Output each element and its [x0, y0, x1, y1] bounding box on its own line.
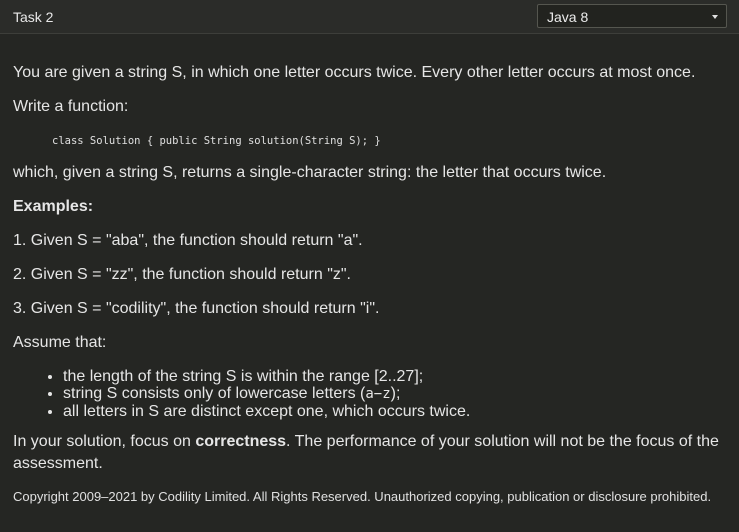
copyright-footer: Copyright 2009–2021 by Codility Limited.… — [13, 489, 712, 504]
example-3: 3. Given S = "codility", the function sh… — [13, 300, 380, 317]
language-select-value: Java 8 — [547, 9, 589, 25]
assume-heading: Assume that: — [13, 334, 107, 351]
task-description: You are given a string S, in which one l… — [13, 62, 725, 505]
task-title: Task 2 — [13, 9, 54, 25]
assumption-item: all letters in S are distinct except one… — [63, 403, 725, 420]
assumption-text: all letters in S are distinct except one… — [63, 403, 471, 420]
intro-text: You are given a string S, in which one l… — [13, 64, 696, 81]
assumption-item: the length of the string S is within the… — [63, 368, 725, 385]
task-header: Task 2 Java 8 — [0, 0, 739, 34]
focus-text: In your solution, focus on correctness. … — [13, 431, 725, 475]
focus-prefix: In your solution, focus on — [13, 433, 196, 450]
assumption-text: string S consists only of lowercase lett… — [63, 385, 366, 402]
assumption-item: string S consists only of lowercase lett… — [63, 385, 725, 403]
chevron-down-icon — [712, 15, 718, 19]
example-2: 2. Given S = "zz", the function should r… — [13, 266, 351, 283]
write-function-text: Write a function: — [13, 98, 129, 115]
example-1: 1. Given S = "aba", the function should … — [13, 232, 363, 249]
code-signature: class Solution { public String solution(… — [52, 135, 381, 147]
focus-bold: correctness — [195, 433, 287, 450]
returns-text: which, given a string S, returns a singl… — [13, 164, 607, 181]
assumption-text: ); — [390, 385, 401, 402]
assumption-code: a−z — [365, 386, 391, 402]
examples-heading: Examples: — [13, 198, 94, 215]
language-select[interactable]: Java 8 — [537, 4, 727, 28]
assumption-text: the length of the string S is within the… — [63, 368, 424, 385]
assumptions-list: the length of the string S is within the… — [13, 368, 725, 420]
